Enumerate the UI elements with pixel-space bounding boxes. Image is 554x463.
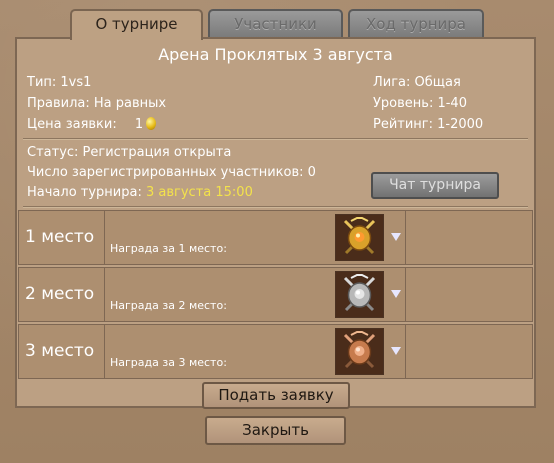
reward-label: Награда за 2 место: [110, 299, 227, 312]
tournament-league: Лига: Общая [373, 75, 461, 90]
prize-row-1: 1 место Награда за 1 место: [18, 210, 533, 265]
tournament-level: Уровень: 1-40 [373, 96, 467, 111]
chevron-down-icon[interactable] [391, 290, 401, 298]
tournament-start-time: 3 августа 15:00 [146, 185, 253, 200]
tournament-rating: Рейтинг: 1-2000 [373, 117, 484, 132]
bronze-chest-icon[interactable] [335, 328, 384, 375]
tournament-info-panel: Арена Проклятых 3 августа Тип: 1vs1 Прав… [15, 37, 536, 408]
registration-status: Статус: Регистрация открыта [27, 145, 232, 160]
prize-row-2: 2 место Награда за 2 место: [18, 267, 533, 322]
reward-label: Награда за 1 место: [110, 242, 227, 255]
chevron-down-icon[interactable] [391, 233, 401, 241]
gold-chest-icon[interactable] [335, 214, 384, 261]
place-label: 1 место [19, 211, 105, 264]
tab-participants[interactable]: Участники [208, 9, 343, 37]
submit-application-button[interactable]: Подать заявку [202, 382, 350, 409]
tournament-title: Арена Проклятых 3 августа [158, 45, 393, 64]
tournament-chat-button[interactable]: Чат турнира [371, 172, 499, 199]
divider [23, 206, 528, 208]
gold-coin-icon [146, 117, 157, 130]
place-label: 3 место [19, 325, 105, 378]
reward-cell: Награда за 2 место: [106, 268, 406, 321]
entry-fee: Цена заявки: 1 [27, 117, 157, 132]
reward-cell: Награда за 1 место: [106, 211, 406, 264]
entry-fee-label: Цена заявки: [27, 117, 117, 132]
registered-count: Число зарегистрированных участников: 0 [27, 165, 316, 180]
reward-label: Награда за 3 место: [110, 356, 227, 369]
place-label: 2 место [19, 268, 105, 321]
tournament-type: Тип: 1vs1 [27, 75, 92, 90]
tab-progress[interactable]: Ход турнира [348, 9, 484, 37]
entry-fee-value: 1 [134, 117, 144, 132]
tournament-start: Начало турнира: 3 августа 15:00 [27, 185, 253, 200]
tab-about[interactable]: О турнире [70, 9, 203, 40]
reward-cell: Награда за 3 место: [106, 325, 406, 378]
prize-row-3: 3 место Награда за 3 место: [18, 324, 533, 379]
close-button[interactable]: Закрыть [205, 416, 346, 445]
chevron-down-icon[interactable] [391, 347, 401, 355]
divider [23, 138, 528, 140]
silver-chest-icon[interactable] [335, 271, 384, 318]
tournament-start-label: Начало турнира: [27, 185, 142, 200]
tournament-rules: Правила: На равных [27, 96, 167, 111]
